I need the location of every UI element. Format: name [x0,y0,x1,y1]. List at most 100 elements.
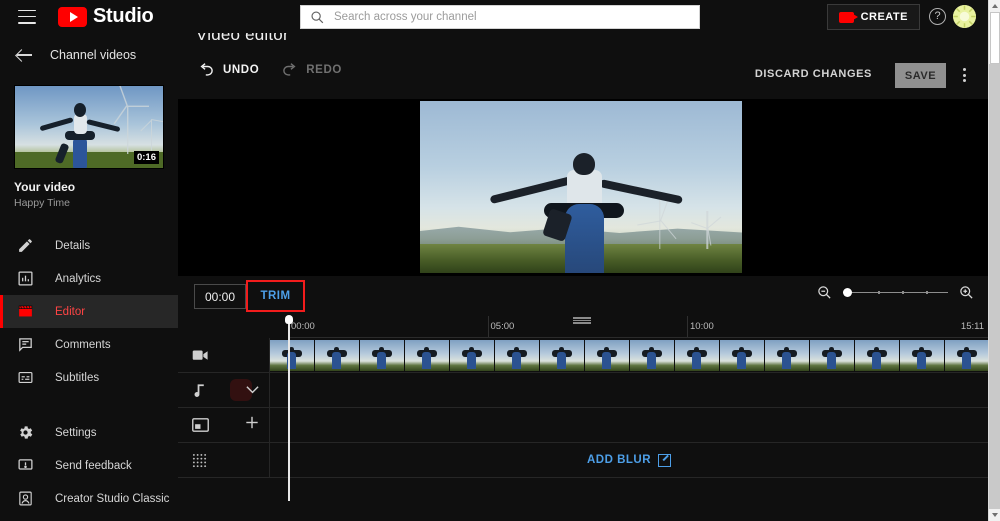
discard-changes-button[interactable]: DISCARD CHANGES [755,68,872,80]
audio-track-row[interactable] [178,373,988,408]
zoom-slider[interactable] [843,286,948,300]
frame-body [916,351,927,369]
youtube-studio-logo[interactable]: Studio [58,5,154,28]
overlay-track-row[interactable] [178,408,988,443]
frame-body [556,351,567,369]
chevron-down-icon[interactable] [246,381,259,399]
gear-icon [16,423,35,442]
zoom-in-icon[interactable] [959,285,974,300]
help-circle-icon[interactable]: ? [929,8,946,25]
sidebar-item-details[interactable]: Details [0,229,178,262]
frame-body [871,351,882,369]
sidebar-item-creator-studio-classic[interactable]: Creator Studio Classic [0,482,178,515]
hamburger-icon[interactable] [18,9,36,24]
plus-icon[interactable] [245,416,259,435]
picture-in-picture-icon [192,418,209,432]
zoom-slider-tick [901,290,904,294]
undo-label: UNDO [223,64,260,76]
pencil-icon [16,236,35,255]
clapperboard-icon [16,302,35,321]
search-icon [311,11,324,24]
filmstrip-frame[interactable] [405,340,449,371]
channel-videos-back[interactable]: Channel videos [0,33,178,77]
filmstrip-frame[interactable] [270,340,314,371]
page-scrollbar[interactable] [988,0,1000,521]
sidebar-item-send-feedback[interactable]: Send feedback [0,449,178,482]
zoom-out-icon[interactable] [817,285,832,300]
filmstrip-frame[interactable] [585,340,629,371]
timeline-playhead[interactable] [285,315,292,501]
filmstrip-frame[interactable] [675,340,719,371]
undo-button[interactable]: UNDO [198,63,259,77]
filmstrip-frame[interactable] [720,340,764,371]
ruler-end-mark: 15:11 [960,321,984,332]
audio-track-header [178,373,270,407]
video-track-body[interactable] [270,338,988,372]
video-track-header [178,338,270,372]
scrollbar-thumb[interactable] [990,12,1000,64]
sidebar-item-label: Subtitles [55,371,100,384]
zoom-controls [817,285,974,300]
filmstrip-frame[interactable] [450,340,494,371]
audio-track-body[interactable] [270,373,988,407]
frame-body [691,351,702,369]
undo-arrow-icon [200,63,213,76]
blur-track-row[interactable]: ADD BLUR [178,443,988,478]
kebab-menu-icon[interactable] [956,66,972,84]
zoom-slider-handle[interactable] [843,288,852,297]
filmstrip-frame[interactable] [945,340,988,371]
sidebar-item-label: Comments [55,338,111,351]
scroll-up-arrow[interactable] [989,0,1000,12]
filmstrip-frame[interactable] [810,340,854,371]
filmstrip-frame[interactable] [765,340,809,371]
wind-turbine-icon [637,197,677,249]
frame-body [736,351,747,369]
sidebar-item-comments[interactable]: Comments [0,328,178,361]
ruler-mark: 10:00 [690,321,714,332]
frame-body [331,351,342,369]
filmstrip-frame[interactable] [360,340,404,371]
music-note-icon [194,383,204,397]
video-preview[interactable] [178,99,988,276]
external-link-icon [658,453,672,467]
search-bar[interactable] [300,5,700,29]
create-button[interactable]: CREATE [826,4,920,30]
add-blur-label: ADD BLUR [586,454,652,466]
search-input[interactable] [334,7,664,27]
filmstrip-frame[interactable] [900,340,944,371]
redo-button[interactable]: REDO [281,63,342,77]
redo-label: REDO [306,64,342,76]
video-camera-icon [838,11,858,23]
overlay-track-body[interactable] [270,408,988,442]
frame-body [826,351,837,369]
filmstrip-frame[interactable] [540,340,584,371]
frame-body [781,351,792,369]
sidebar-item-analytics[interactable]: Analytics [0,262,178,295]
avatar[interactable] [953,5,976,28]
timeline-ruler[interactable]: 00:00 05:00 10:00 15:11 [288,316,988,338]
sidebar-item-settings[interactable]: Settings [0,416,178,449]
trim-button[interactable]: TRIM [248,282,303,310]
filmstrip-frame[interactable] [855,340,899,371]
filmstrip-frame[interactable] [630,340,674,371]
video-track-row[interactable] [178,338,988,373]
filmstrip-frame[interactable] [315,340,359,371]
frame-body [376,351,387,369]
frame-body [511,351,522,369]
add-blur-button[interactable]: ADD BLUR [270,443,988,477]
sidebar-item-editor[interactable]: Editor [0,295,178,328]
preview-child-body [566,169,602,208]
thumbnail-duration: 0:16 [133,151,159,164]
current-time-display[interactable]: 00:00 [194,284,246,309]
scrollbar-track[interactable] [989,64,1000,509]
preview-frame [420,101,742,273]
filmstrip-frame[interactable] [495,340,539,371]
scroll-down-arrow[interactable] [989,509,1000,521]
save-button[interactable]: SAVE [895,63,946,88]
creator-studio-classic-icon [16,489,35,508]
blur-track-body[interactable]: ADD BLUR [270,443,988,477]
video-title: Your video [14,180,76,194]
video-thumbnail[interactable]: 0:16 [14,85,164,169]
filmstrip[interactable] [270,340,988,371]
sidebar-item-subtitles[interactable]: Subtitles [0,361,178,394]
